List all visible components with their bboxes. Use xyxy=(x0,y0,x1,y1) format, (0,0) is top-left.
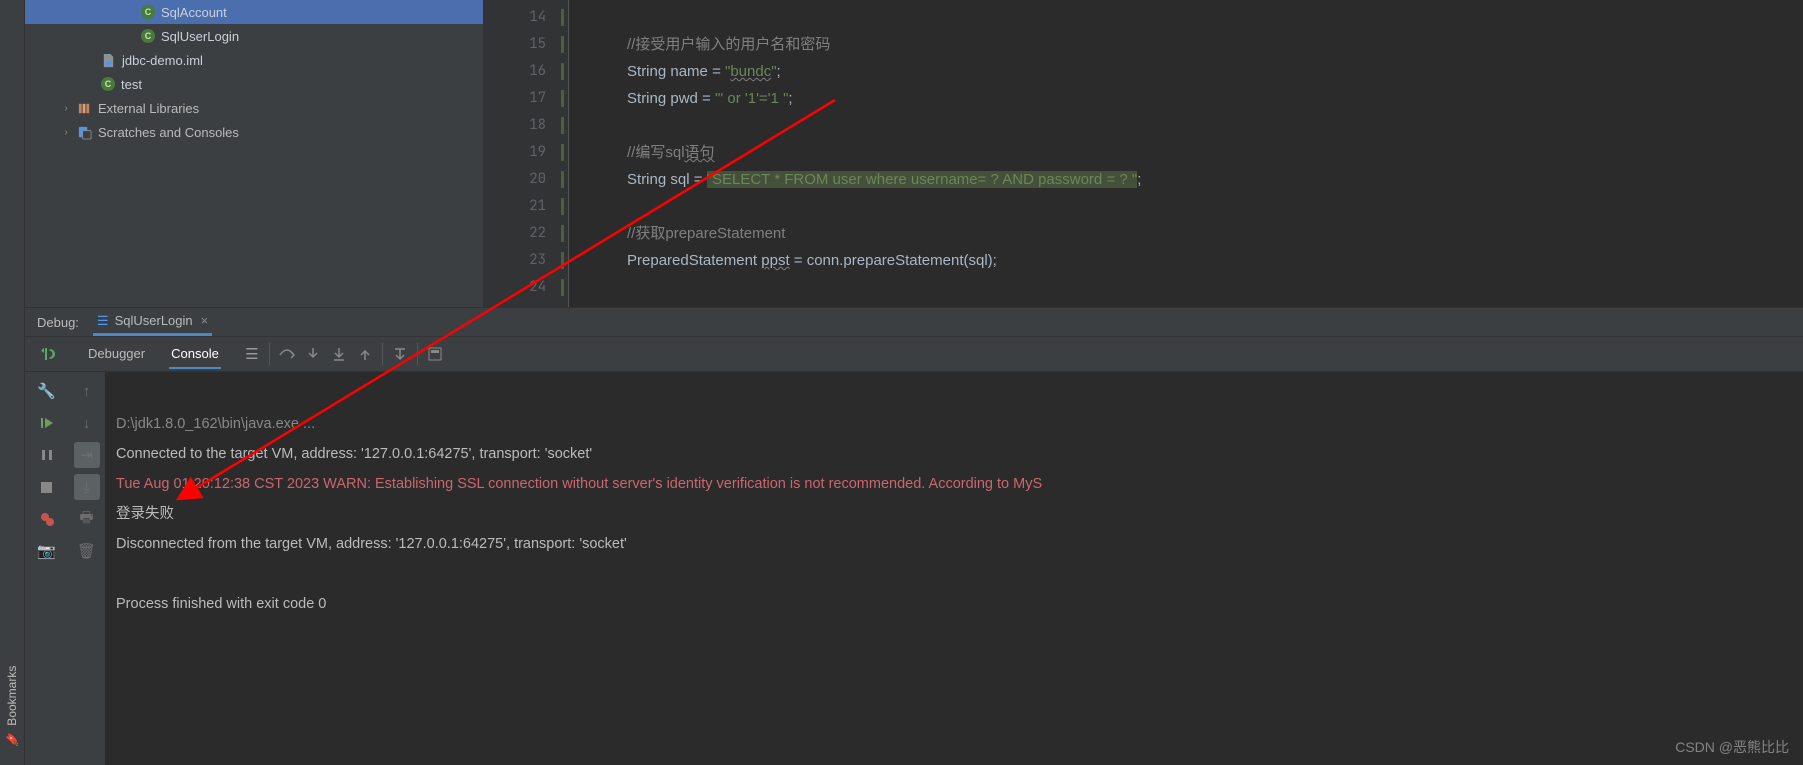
run-config-icon: ☰ xyxy=(97,313,109,329)
chevron-right-icon[interactable]: › xyxy=(61,127,71,138)
debug-run-tab[interactable]: ☰ SqlUserLogin × xyxy=(93,309,212,336)
class-icon: C xyxy=(141,29,155,43)
line-number[interactable]: 15 xyxy=(484,31,568,58)
close-icon[interactable]: × xyxy=(201,313,209,328)
print-icon[interactable]: 🖶 xyxy=(74,506,100,532)
scroll-to-end-icon[interactable]: ⤓ xyxy=(74,474,100,500)
console-line: Disconnected from the target VM, address… xyxy=(116,536,627,552)
line-number[interactable]: 21 xyxy=(484,193,568,220)
editor-gutter[interactable]: 1415161718192021222324 xyxy=(484,0,569,307)
debug-label: Debug: xyxy=(37,315,79,330)
soft-wrap-icon[interactable]: ⇥ xyxy=(74,442,100,468)
resume-button[interactable] xyxy=(34,410,60,436)
pause-button[interactable] xyxy=(34,442,60,468)
console-view-tab[interactable]: Console xyxy=(169,340,221,369)
code-line[interactable] xyxy=(569,274,1803,301)
camera-icon[interactable]: 📷 xyxy=(34,538,60,564)
code-line[interactable]: String sql = "SELECT * FROM user where u… xyxy=(569,166,1803,193)
console-line-warn: Tue Aug 01 20:12:38 CST 2023 WARN: Estab… xyxy=(116,476,1042,492)
run-to-cursor-icon[interactable] xyxy=(387,341,413,367)
step-out-icon[interactable] xyxy=(352,341,378,367)
force-step-into-icon[interactable] xyxy=(326,341,352,367)
code-line[interactable]: //接受用户输入的用户名和密码 xyxy=(569,31,1803,58)
class-icon: C xyxy=(101,77,115,91)
console-line: D:\jdk1.8.0_162\bin\java.exe ... xyxy=(116,416,315,432)
step-into-icon[interactable] xyxy=(300,341,326,367)
bookmarks-tab[interactable]: 🔖 Bookmarks xyxy=(3,658,21,755)
debug-body: 🔧 📷 ↑ ↓ ⇥ ⤓ 🖶 🗑 D:\jdk1.8.0_162\bin\java… xyxy=(25,372,1803,765)
console-output[interactable]: D:\jdk1.8.0_162\bin\java.exe ... Connect… xyxy=(106,372,1803,765)
clear-icon[interactable]: 🗑 xyxy=(74,538,100,564)
debug-toolbar: Debugger Console ☰ xyxy=(25,337,1803,372)
stop-button[interactable] xyxy=(34,474,60,500)
upper-split: C SqlAccount C SqlUserLogin jdbc-demo.iml Cte… xyxy=(25,0,1803,307)
external-libraries-label: External Libraries xyxy=(98,101,199,116)
filter-icon[interactable]: ☰ xyxy=(239,341,265,367)
code-line[interactable]: //编写sql语句 xyxy=(569,139,1803,166)
module-file-icon xyxy=(101,53,116,68)
console-line: Process finished with exit code 0 xyxy=(116,596,326,612)
bookmarks-label: Bookmarks xyxy=(5,666,19,726)
code-line[interactable] xyxy=(569,4,1803,31)
tree-item[interactable]: Ctest xyxy=(25,72,483,96)
console-line: 登录失败 xyxy=(116,506,174,522)
code-line[interactable]: String name = "bundc"; xyxy=(569,58,1803,85)
code-editor[interactable]: //接受用户输入的用户名和密码 String name = "bundc"; S… xyxy=(569,0,1803,307)
tree-item[interactable]: jdbc-demo.iml xyxy=(25,48,483,72)
ide-left-rail: 🔖 Bookmarks xyxy=(0,0,25,765)
line-number[interactable]: 18 xyxy=(484,112,568,139)
line-number[interactable]: 17 xyxy=(484,85,568,112)
scratches-row[interactable]: › Scratches and Consoles xyxy=(25,120,483,144)
debug-header: Debug: ☰ SqlUserLogin × xyxy=(25,307,1803,337)
settings-icon[interactable]: 🔧 xyxy=(34,378,60,404)
tree-item[interactable]: C SqlUserLogin xyxy=(25,24,483,48)
scroll-down-icon[interactable]: ↓ xyxy=(74,410,100,436)
debugger-view-tab[interactable]: Debugger xyxy=(86,340,147,369)
scratches-icon xyxy=(77,125,92,140)
view-breakpoints-button[interactable] xyxy=(34,506,60,532)
code-line[interactable] xyxy=(569,112,1803,139)
code-line[interactable]: //获取prepareStatement xyxy=(569,220,1803,247)
scratches-label: Scratches and Consoles xyxy=(98,125,239,140)
line-number[interactable]: 16 xyxy=(484,58,568,85)
line-number[interactable]: 23 xyxy=(484,247,568,274)
external-libraries-row[interactable]: › External Libraries xyxy=(25,96,483,120)
line-number[interactable]: 24 xyxy=(484,274,568,301)
bookmark-icon: 🔖 xyxy=(5,732,19,747)
project-tree[interactable]: C SqlAccount C SqlUserLogin jdbc-demo.iml Cte… xyxy=(25,0,484,307)
line-number[interactable]: 22 xyxy=(484,220,568,247)
console-line: Connected to the target VM, address: '12… xyxy=(116,446,592,462)
line-number[interactable]: 19 xyxy=(484,139,568,166)
tree-item-label: test xyxy=(121,77,142,92)
tree-item-label: jdbc-demo.iml xyxy=(122,53,203,68)
debug-left-rail: 🔧 📷 xyxy=(25,372,68,765)
code-line[interactable]: PreparedStatement ppst = conn.prepareSta… xyxy=(569,247,1803,274)
tree-item-label: SqlAccount xyxy=(161,5,227,20)
scroll-up-icon[interactable]: ↑ xyxy=(74,378,100,404)
line-number[interactable]: 20 xyxy=(484,166,568,193)
chevron-right-icon[interactable]: › xyxy=(61,103,71,114)
tree-item[interactable]: C SqlAccount xyxy=(25,0,483,24)
tree-item-label: SqlUserLogin xyxy=(161,29,239,44)
libraries-icon xyxy=(77,101,92,116)
evaluate-icon[interactable] xyxy=(422,341,448,367)
code-line[interactable] xyxy=(569,193,1803,220)
watermark: CSDN @恶熊比比 xyxy=(1675,737,1789,757)
console-rail: ↑ ↓ ⇥ ⤓ 🖶 🗑 xyxy=(68,372,106,765)
step-over-icon[interactable] xyxy=(274,341,300,367)
line-number[interactable]: 14 xyxy=(484,4,568,31)
debug-tab-label: SqlUserLogin xyxy=(115,313,193,328)
code-line[interactable]: String pwd = "' or '1'='1 "; xyxy=(569,85,1803,112)
class-icon: C xyxy=(141,5,155,19)
rerun-button[interactable] xyxy=(34,341,60,367)
main-wrap: C SqlAccount C SqlUserLogin jdbc-demo.iml Cte… xyxy=(25,0,1803,765)
